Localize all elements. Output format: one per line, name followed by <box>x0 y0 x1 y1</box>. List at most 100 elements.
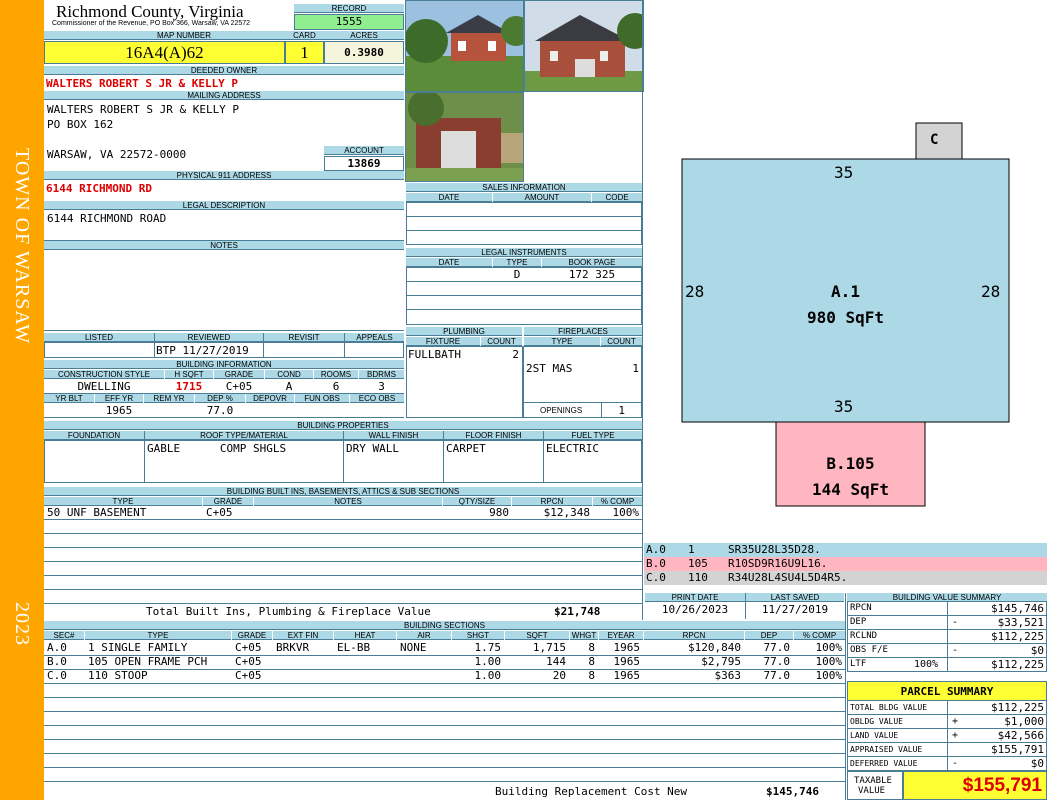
bi-header-style: CONSTRUCTION STYLE <box>44 370 164 379</box>
deeded-owner: WALTERS ROBERT S JR & KELLY P <box>46 77 239 90</box>
bi-header-yrblt: YR BLT <box>44 394 94 403</box>
record-number: 1555 <box>294 14 404 30</box>
sec-header-eyear: EYEAR <box>599 631 643 640</box>
builtins-total: $21,748 <box>554 605 601 618</box>
mailing-address-label: MAILING ADDRESS <box>44 91 404 100</box>
card-label: CARD <box>285 31 324 40</box>
sec-header-dep: DEP <box>745 631 793 640</box>
acres-value: 0.3980 <box>324 41 404 64</box>
builtins-total-label: Total Built Ins, Plumbing & Fireplace Va… <box>146 605 431 618</box>
bi-bdrms: 3 <box>378 380 385 393</box>
sketch-bottom-dim: 35 <box>834 397 854 416</box>
value-summary-row: LTF 100% $112,225 <box>847 658 1047 672</box>
parcel-summary-row: DEFERRED VALUE - $0 <box>847 757 1047 771</box>
card-number: 1 <box>285 41 324 64</box>
bb-header-grade: GRADE <box>203 497 253 506</box>
house-photo-front <box>405 0 524 92</box>
legend-desc: SR35U28L35D28. <box>728 543 821 556</box>
value-summary-row: RPCN $145,746 <box>847 602 1047 616</box>
bi-header-dep: DEP % <box>195 394 245 403</box>
openings-count: 1 <box>618 404 625 417</box>
openings-label: OPENINGS <box>540 406 583 415</box>
sec-header-shgt: SHGT <box>452 631 504 640</box>
last-saved: 11/27/2019 <box>761 603 829 616</box>
sketch-c-label: C <box>930 132 939 148</box>
built-ins-label: BUILDING BUILT INS, BASEMENTS, ATTICS & … <box>44 487 642 496</box>
sec-header-type: TYPE <box>85 631 231 640</box>
sketch-b-label: B.105 <box>826 454 875 473</box>
vs-value: $145,746 <box>991 602 1044 615</box>
sections-total: $145,746 <box>766 785 819 798</box>
section-cell: A.0 <box>47 641 67 654</box>
value-summary-row: OBS F/E - $0 <box>847 644 1047 658</box>
bi-rooms: 6 <box>332 380 340 393</box>
bb-grade: C+05 <box>206 506 233 519</box>
deeded-owner-label: DEEDED OWNER <box>44 66 404 75</box>
section-cell: 1.75 <box>474 641 502 654</box>
section-cell: 1965 <box>613 655 641 668</box>
map-number-label: MAP NUMBER <box>44 31 324 40</box>
bi-header-depovr: DEPOVR <box>246 394 294 403</box>
plumbing-label: PLUMBING <box>406 327 522 336</box>
fireplaces-header-type: TYPE <box>524 337 600 346</box>
section-cell: B.0 <box>47 655 67 668</box>
section-cell: 100% <box>815 655 843 668</box>
bi-header-cond: COND <box>265 370 313 379</box>
taxable-value: $155,791 <box>903 771 1047 800</box>
sketch-a-label: A.1 <box>831 282 860 301</box>
section-cell: 1965 <box>613 669 641 682</box>
legend-desc: R34U28L4SU4L5D4R5. <box>728 571 848 584</box>
ps-key: APPRAISED VALUE <box>850 745 923 754</box>
ps-sign: + <box>952 730 959 741</box>
ps-value: $1,000 <box>1004 715 1044 728</box>
plumbing-fixture: FULLBATH <box>408 348 461 361</box>
fireplace-type: 2ST MAS <box>526 362 573 375</box>
bi-header-grade: GRADE <box>214 370 264 379</box>
vs-key: OBS F/E <box>850 645 888 655</box>
appeals-label: APPEALS <box>345 333 404 342</box>
value-summary-row: RCLND $112,225 <box>847 630 1047 644</box>
section-cell: $2,795 <box>701 655 741 668</box>
bi-header-rooms: ROOMS <box>314 370 358 379</box>
vs-value: $0 <box>1030 644 1044 657</box>
county-title: Richmond County, Virginia <box>56 2 244 21</box>
property-sketch: C 35 35 28 28 A.1 980 SqFt B.105 144 SqF… <box>645 0 1047 542</box>
section-cell: $120,840 <box>688 641 741 654</box>
section-cell: BRKVR <box>276 641 310 654</box>
bi-hsqft: 1715 <box>175 380 203 393</box>
tax-year: 2023 <box>11 602 33 646</box>
bb-header-comp: % COMP <box>593 497 642 506</box>
sketch-top-dim: 35 <box>834 163 854 182</box>
section-cell: C+05 <box>235 641 262 654</box>
section-cell: 8 <box>588 641 595 654</box>
section-cell: 1,715 <box>532 641 566 654</box>
fireplaces-header-count: COUNT <box>601 337 642 346</box>
taxable-label: TAXABLE VALUE <box>847 771 903 800</box>
li-header-date: DATE <box>406 258 492 267</box>
vs-percent: 100% <box>914 659 939 670</box>
legend-code: A.0 <box>646 543 666 556</box>
ps-value: $155,791 <box>991 743 1044 756</box>
sec-header-heat: HEAT <box>334 631 396 640</box>
section-cell: 100% <box>815 669 843 682</box>
section-cell: NONE <box>400 641 427 654</box>
section-cell: C+05 <box>235 655 262 668</box>
revisit-label: REVISIT <box>264 333 344 342</box>
stoop-section-c <box>915 122 963 160</box>
vs-key: DEP <box>850 617 867 627</box>
section-cell: 100% <box>815 641 843 654</box>
building-properties-label: BUILDING PROPERTIES <box>44 421 642 430</box>
building-info-label: BUILDING INFORMATION <box>44 360 404 369</box>
section-cell: 1.00 <box>474 669 502 682</box>
listed-label: LISTED <box>44 333 154 342</box>
sales-info-label: SALES INFORMATION <box>406 183 642 192</box>
bb-header-rpcn: RPCN <box>512 497 592 506</box>
section-cell: 1 SINGLE FAMILY <box>88 641 188 654</box>
sketch-a-area: 980 SqFt <box>806 308 885 327</box>
bi-header-remyr: REM YR <box>144 394 194 403</box>
bi-header-funobs: FUN OBS <box>295 394 349 403</box>
legal-description-label: LEGAL DESCRIPTION <box>44 201 404 210</box>
li-header-bookpage: BOOK PAGE <box>542 258 642 267</box>
sec-header-grade: GRADE <box>232 631 272 640</box>
legend-num: 105 <box>688 557 708 570</box>
